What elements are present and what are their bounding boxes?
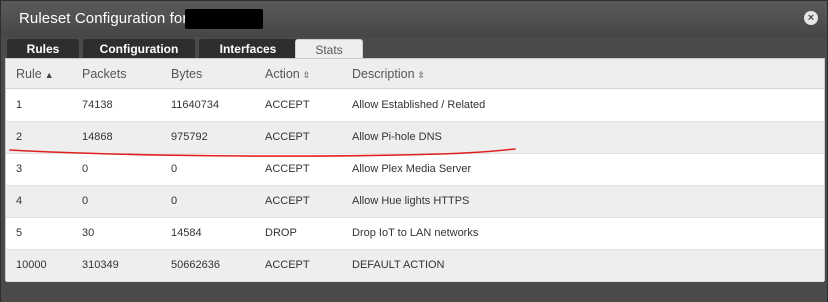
cell-rule: 4	[16, 195, 23, 207]
cell-packets: 30	[82, 227, 95, 239]
table-header: Rule ▲ Packets Bytes Action ⇳ Description ⇳	[6, 59, 824, 89]
column-header-bytes[interactable]: Bytes	[171, 67, 202, 81]
cell-description: DEFAULT ACTION	[352, 259, 445, 271]
close-icon[interactable]: ×	[804, 11, 818, 25]
table-row[interactable]: 2 14868 975792 ACCEPT Allow Pi-hole DNS	[6, 122, 824, 154]
cell-description: Allow Established / Related	[352, 99, 486, 111]
table-row[interactable]: 4 0 0 ACCEPT Allow Hue lights HTTPS	[6, 186, 824, 218]
cell-description: Allow Plex Media Server	[352, 163, 472, 175]
cell-rule: 2	[16, 131, 23, 143]
cell-action: ACCEPT	[265, 99, 310, 111]
dialog-titlebar: Ruleset Configuration for ×	[1, 1, 827, 37]
tab-interfaces[interactable]: Interfaces	[199, 39, 297, 59]
cell-bytes: 14584	[171, 227, 202, 239]
cell-bytes: 50662636	[171, 259, 220, 271]
dialog-footer	[1, 282, 827, 302]
dialog-title: Ruleset Configuration for	[19, 10, 188, 27]
cell-action: ACCEPT	[265, 163, 310, 175]
stats-table: Rule ▲ Packets Bytes Action ⇳ Description ⇳…	[5, 58, 825, 282]
cell-packets: 0	[82, 163, 89, 175]
cell-packets: 310349	[82, 259, 119, 271]
cell-bytes: 975792	[171, 131, 208, 143]
column-header-action[interactable]: Action ⇳	[265, 67, 310, 81]
cell-packets: 14868	[82, 131, 113, 143]
cell-description: Allow Hue lights HTTPS	[352, 195, 470, 207]
cell-bytes: 0	[171, 163, 178, 175]
cell-rule: 5	[16, 227, 23, 239]
cell-rule: 3	[16, 163, 23, 175]
tab-stats[interactable]: Stats	[295, 39, 363, 60]
cell-action: ACCEPT	[265, 259, 310, 271]
tab-configuration[interactable]: Configuration	[83, 39, 195, 59]
sort-toggle-icon: ⇳	[302, 70, 311, 80]
ruleset-dialog: Ruleset Configuration for × Rules Config…	[0, 0, 828, 302]
cell-packets: 74138	[82, 99, 113, 111]
tab-rules[interactable]: Rules	[7, 39, 79, 59]
cell-action: ACCEPT	[265, 131, 310, 143]
cell-rule: 10000	[16, 259, 47, 271]
cell-action: DROP	[265, 227, 297, 239]
cell-description: Drop IoT to LAN networks	[352, 227, 479, 239]
table-row[interactable]: 1 74138 11640734 ACCEPT Allow Establishe…	[6, 90, 824, 122]
column-header-label: Description	[352, 67, 415, 81]
column-header-packets[interactable]: Packets	[82, 67, 126, 81]
column-header-rule[interactable]: Rule ▲	[16, 67, 54, 81]
sort-toggle-icon: ⇳	[417, 70, 426, 80]
column-header-label: Rule	[16, 67, 42, 81]
cell-rule: 1	[16, 99, 23, 111]
cell-description: Allow Pi-hole DNS	[352, 131, 442, 143]
cell-bytes: 11640734	[171, 99, 220, 111]
cell-action: ACCEPT	[265, 195, 310, 207]
cell-bytes: 0	[171, 195, 178, 207]
column-header-description[interactable]: Description ⇳	[352, 67, 425, 81]
redacted-hostname	[185, 9, 263, 29]
table-row[interactable]: 5 30 14584 DROP Drop IoT to LAN networks	[6, 218, 824, 250]
sort-ascending-icon: ▲	[44, 70, 54, 80]
table-row[interactable]: 10000 310349 50662636 ACCEPT DEFAULT ACT…	[6, 250, 824, 282]
table-row[interactable]: 3 0 0 ACCEPT Allow Plex Media Server	[6, 154, 824, 186]
cell-packets: 0	[82, 195, 89, 207]
column-header-label: Action	[265, 67, 300, 81]
